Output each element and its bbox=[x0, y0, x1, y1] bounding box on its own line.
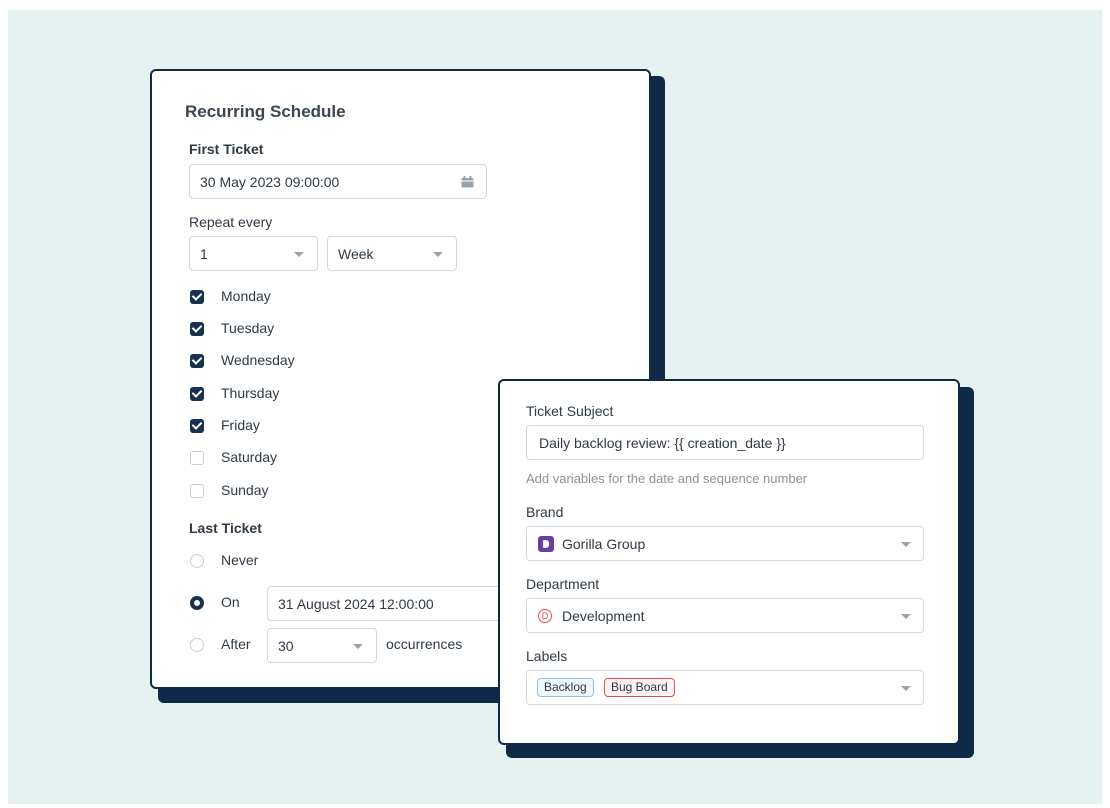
first-ticket-label: First Ticket bbox=[189, 141, 264, 157]
checkbox-tuesday[interactable] bbox=[190, 322, 204, 336]
day-label-tuesday: Tuesday bbox=[221, 320, 275, 336]
radio-after[interactable] bbox=[190, 638, 204, 652]
day-label-friday: Friday bbox=[221, 417, 260, 433]
radio-never-label: Never bbox=[221, 552, 259, 568]
first-ticket-date-input[interactable]: 30 May 2023 09:00:00 bbox=[189, 164, 487, 199]
label-tag-bug-board[interactable]: Bug Board bbox=[604, 678, 675, 697]
ticket-subject-hint: Add variables for the date and sequence … bbox=[526, 471, 808, 486]
chevron-down-icon bbox=[294, 252, 304, 257]
checkbox-wednesday[interactable] bbox=[190, 354, 204, 368]
checkbox-saturday[interactable] bbox=[190, 451, 204, 465]
checkbox-sunday[interactable] bbox=[190, 484, 204, 498]
chevron-down-icon bbox=[433, 252, 443, 257]
chevron-down-icon bbox=[901, 686, 911, 691]
label-tag-backlog[interactable]: Backlog bbox=[537, 678, 594, 697]
ticket-subject-value: Daily backlog review: {{ creation_date }… bbox=[539, 434, 786, 451]
occurrences-label: occurrences bbox=[386, 636, 463, 652]
checkbox-monday[interactable] bbox=[190, 290, 204, 304]
repeat-unit-select[interactable]: Week bbox=[327, 236, 457, 271]
labels-label: Labels bbox=[526, 648, 568, 664]
day-label-wednesday: Wednesday bbox=[221, 352, 295, 368]
day-label-saturday: Saturday bbox=[221, 449, 278, 465]
calendar-icon[interactable] bbox=[461, 176, 474, 188]
radio-on[interactable] bbox=[190, 596, 204, 610]
repeat-every-label: Repeat every bbox=[189, 214, 273, 230]
radio-on-label: On bbox=[221, 594, 240, 610]
day-label-thursday: Thursday bbox=[221, 385, 280, 401]
occurrences-count-value: 30 bbox=[278, 637, 294, 654]
ticket-details-card: Ticket Subject Daily backlog review: {{ … bbox=[498, 379, 960, 745]
brand-label: Brand bbox=[526, 504, 564, 520]
radio-after-label: After bbox=[221, 636, 251, 652]
repeat-count-select[interactable]: 1 bbox=[189, 236, 318, 271]
last-ticket-date-value: 31 August 2024 12:00:00 bbox=[278, 595, 434, 612]
last-ticket-label: Last Ticket bbox=[189, 520, 262, 536]
day-label-monday: Monday bbox=[221, 288, 271, 304]
brand-select[interactable]: Gorilla Group bbox=[526, 526, 924, 561]
radio-never[interactable] bbox=[190, 554, 204, 568]
chevron-down-icon bbox=[353, 644, 363, 649]
department-value: Development bbox=[562, 607, 645, 624]
occurrences-count-select[interactable]: 30 bbox=[267, 628, 377, 663]
repeat-unit-value: Week bbox=[338, 245, 374, 262]
chevron-down-icon bbox=[901, 614, 911, 619]
last-ticket-date-input[interactable]: 31 August 2024 12:00:00 bbox=[267, 586, 507, 621]
ticket-subject-label: Ticket Subject bbox=[526, 403, 614, 419]
labels-select[interactable]: Backlog Bug Board bbox=[526, 670, 924, 705]
department-label: Department bbox=[526, 576, 600, 592]
checkbox-friday[interactable] bbox=[190, 419, 204, 433]
first-ticket-date-value: 30 May 2023 09:00:00 bbox=[200, 173, 340, 190]
card-title: Recurring Schedule bbox=[185, 102, 346, 121]
brand-value: Gorilla Group bbox=[562, 535, 646, 552]
department-initial-icon: D bbox=[538, 609, 552, 623]
chevron-down-icon bbox=[901, 542, 911, 547]
department-select[interactable]: D Development bbox=[526, 598, 924, 633]
ticket-subject-input[interactable]: Daily backlog review: {{ creation_date }… bbox=[526, 425, 924, 460]
checkbox-thursday[interactable] bbox=[190, 387, 204, 401]
day-label-sunday: Sunday bbox=[221, 482, 269, 498]
brand-logo-icon bbox=[538, 536, 554, 552]
repeat-count-value: 1 bbox=[200, 245, 208, 262]
